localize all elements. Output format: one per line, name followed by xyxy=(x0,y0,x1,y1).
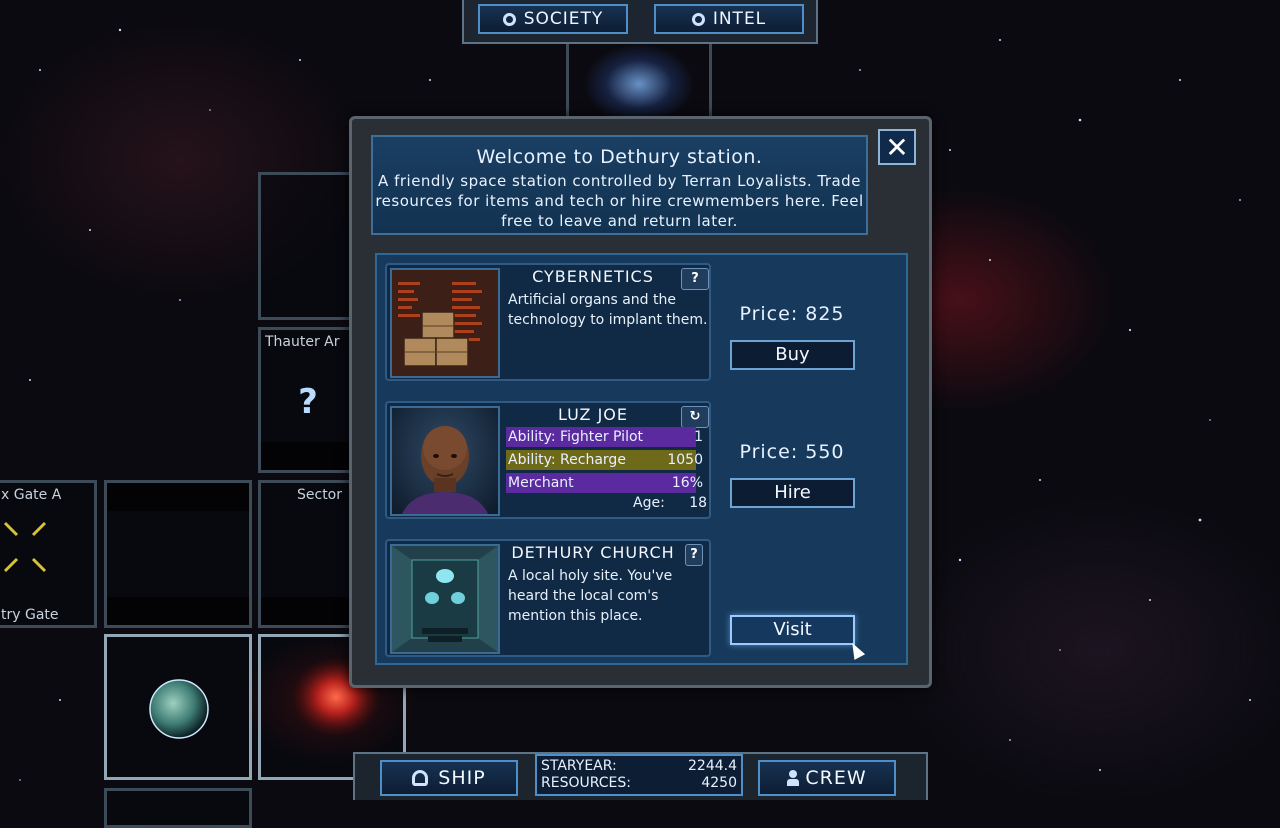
dialog-title: Welcome to Dethury station. xyxy=(476,146,763,168)
resources-value: 4250 xyxy=(701,775,737,791)
visit-button[interactable]: Visit xyxy=(730,615,855,645)
map-tile-gate[interactable]: x Gate A try Gate xyxy=(0,480,97,628)
help-button[interactable]: ? xyxy=(685,544,703,566)
unknown-sector-icon: ? xyxy=(298,382,318,422)
tile-name-label: x Gate A xyxy=(1,487,62,503)
ability-label: Ability: Recharge xyxy=(508,452,626,468)
reroll-button[interactable]: ↻ xyxy=(681,406,709,428)
gear-icon xyxy=(502,12,516,26)
close-button[interactable]: ✕ xyxy=(878,129,916,165)
cybernetics-price: Price: 825 xyxy=(739,303,845,325)
jump-gate-icon xyxy=(3,521,47,573)
buy-button[interactable]: Buy xyxy=(730,340,855,370)
resources-label: RESOURCES: xyxy=(541,775,631,791)
tile-name-label: Sector xyxy=(297,487,343,503)
ability-value: 1 xyxy=(694,429,703,445)
resources-row: RESOURCES: 4250 xyxy=(541,775,737,792)
hire-button[interactable]: Hire xyxy=(730,478,855,508)
map-tile-empty-mid[interactable] xyxy=(104,480,252,628)
welcome-panel: Welcome to Dethury station. A friendly s… xyxy=(371,135,868,235)
tile-sub-label: try Gate xyxy=(1,607,59,623)
map-tile-thauter[interactable]: Thauter Ar ? xyxy=(258,327,358,473)
tile-footer-bar xyxy=(107,597,249,625)
crew-label: CREW xyxy=(805,767,867,789)
planet-icon xyxy=(149,679,209,739)
close-icon: ✕ xyxy=(885,130,909,164)
ability-label: Merchant xyxy=(508,475,574,491)
age-value: 18 xyxy=(689,495,708,511)
ability-value: 16% xyxy=(671,475,703,491)
church-thumbnail xyxy=(390,544,500,654)
society-tab[interactable]: SOCIETY xyxy=(478,4,628,34)
intel-tab[interactable]: INTEL xyxy=(654,4,804,34)
refresh-icon: ↻ xyxy=(689,409,701,424)
crew-price: Price: 550 xyxy=(739,441,845,463)
ability-value: 1050 xyxy=(667,452,703,468)
offer-card-crewmember: LUZ JOE ↻ Ability: Fighter Pilot 1 Abili… xyxy=(385,401,711,519)
site-description: A local holy site. You've heard the loca… xyxy=(508,568,673,624)
ship-label: SHIP xyxy=(438,767,486,789)
age-row: Age: 18 xyxy=(633,495,707,511)
map-tile-sector[interactable]: Sector xyxy=(258,480,358,628)
help-icon: ? xyxy=(690,547,698,562)
society-label: SOCIETY xyxy=(523,9,604,29)
staryear-label: STARYEAR: xyxy=(541,758,617,774)
offer-card-church: DETHURY CHURCH ? A local holy site. You'… xyxy=(385,539,711,657)
top-nav-bar: SOCIETY INTEL xyxy=(462,0,818,44)
age-label: Age: xyxy=(633,495,665,511)
ability-label: Ability: Fighter Pilot xyxy=(508,429,644,445)
cybernetics-thumbnail xyxy=(390,268,500,378)
map-tile-empty-top[interactable] xyxy=(258,172,358,320)
person-portrait-icon xyxy=(402,426,488,514)
cargo-crates-icon xyxy=(398,282,482,367)
temple-interior-icon xyxy=(392,546,498,652)
staryear-row: STARYEAR: 2244.4 xyxy=(541,758,737,775)
crew-button[interactable]: CREW xyxy=(758,760,896,796)
help-icon: ? xyxy=(691,271,699,286)
crew-name: LUZ JOE xyxy=(557,405,628,424)
ability-row: Ability: Fighter Pilot 1 xyxy=(506,427,706,447)
status-readout: STARYEAR: 2244.4 RESOURCES: 4250 xyxy=(535,754,743,796)
tile-header-bar xyxy=(107,483,249,511)
staryear-value: 2244.4 xyxy=(688,758,737,774)
dialog-description: A friendly space station controlled by T… xyxy=(375,172,864,230)
crew-portrait xyxy=(390,406,500,516)
item-description: Artificial organs and the technology to … xyxy=(508,292,708,328)
ship-icon xyxy=(412,770,429,786)
gear-icon xyxy=(691,12,705,26)
intel-label: INTEL xyxy=(712,9,767,29)
map-tile-planet[interactable] xyxy=(104,634,252,780)
tile-footer-bar xyxy=(261,442,355,470)
help-button[interactable]: ? xyxy=(681,268,709,290)
site-name: DETHURY CHURCH xyxy=(511,543,675,562)
map-tile-partial-bottom[interactable] xyxy=(104,788,252,828)
ability-row: Ability: Recharge 1050 xyxy=(506,450,706,470)
offer-card-cybernetics: CYBERNETICS ? Artificial organs and the … xyxy=(385,263,711,381)
nebula-backdrop xyxy=(566,44,712,124)
item-name: CYBERNETICS xyxy=(532,267,654,286)
ship-button[interactable]: SHIP xyxy=(380,760,518,796)
tile-footer-bar xyxy=(261,597,355,625)
crew-icon xyxy=(787,770,800,786)
tile-name-label: Thauter Ar xyxy=(265,334,340,350)
ability-row: Merchant 16% xyxy=(506,473,706,493)
